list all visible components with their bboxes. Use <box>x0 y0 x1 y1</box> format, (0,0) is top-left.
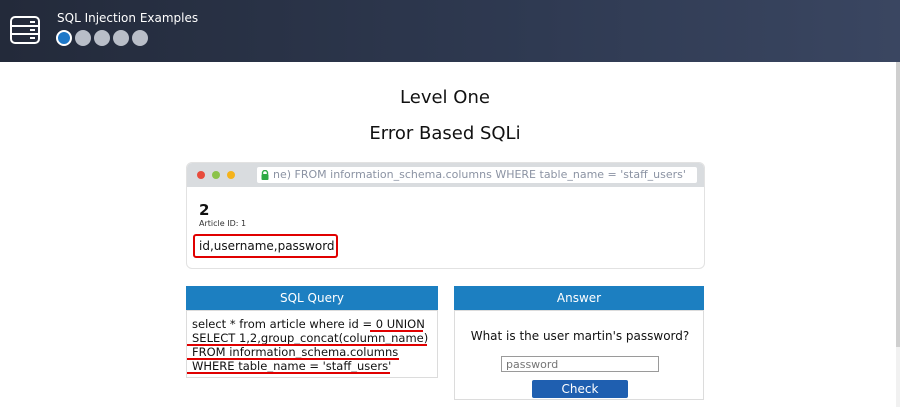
sql-query-heading: SQL Query <box>186 286 438 310</box>
server-icon <box>10 16 40 44</box>
sql-line-2: SELECT 1,2,group_concat(column_name) <box>192 331 429 345</box>
injection-underline-2 <box>187 344 427 346</box>
maximize-dot-icon <box>227 171 235 179</box>
progress-dot-5[interactable] <box>132 30 148 46</box>
progress-dot-1[interactable] <box>56 30 72 46</box>
minimize-dot-icon <box>212 171 220 179</box>
article-value: 2 <box>199 201 210 219</box>
sql-line-1: select * from article where id = 0 UNION <box>192 317 425 331</box>
top-bar: SQL Injection Examples <box>0 0 900 62</box>
url-bar[interactable]: ne) FROM information_schema.columns WHER… <box>257 167 697 183</box>
injection-underline-1 <box>370 330 423 332</box>
level-progress <box>56 30 148 46</box>
scrollbar-thumb[interactable] <box>896 62 900 347</box>
close-dot-icon <box>197 171 205 179</box>
browser-toolbar: ne) FROM information_schema.columns WHER… <box>187 163 704 187</box>
injection-underline-4 <box>187 372 390 374</box>
sql-line-4: WHERE table_name = 'staff_users' <box>192 359 392 373</box>
scrollbar[interactable] <box>896 62 900 407</box>
check-password-button[interactable]: Check Password <box>532 380 628 407</box>
progress-dot-3[interactable] <box>94 30 110 46</box>
question-text: What is the user martin's password? <box>470 329 690 343</box>
mock-browser: ne) FROM information_schema.columns WHER… <box>186 162 705 269</box>
password-input[interactable] <box>501 356 659 372</box>
answer-heading: Answer <box>454 286 704 310</box>
injection-underline-3 <box>187 358 399 360</box>
sql-line-3: FROM information_schema.columns <box>192 345 399 359</box>
progress-dot-4[interactable] <box>113 30 129 46</box>
answer-panel: What is the user martin's password? Chec… <box>454 310 704 407</box>
query-result: id,username,password <box>193 234 338 258</box>
level-title: Level One <box>400 87 490 108</box>
app-title: SQL Injection Examples <box>57 11 199 25</box>
url-text: ne) FROM information_schema.columns WHER… <box>273 168 686 181</box>
article-id-label: Article ID: 1 <box>199 219 247 228</box>
progress-dot-2[interactable] <box>75 30 91 46</box>
lock-icon <box>261 170 269 180</box>
level-subtitle: Error Based SQLi <box>369 123 521 144</box>
sql-query-panel: select * from article where id = 0 UNION… <box>186 310 438 378</box>
